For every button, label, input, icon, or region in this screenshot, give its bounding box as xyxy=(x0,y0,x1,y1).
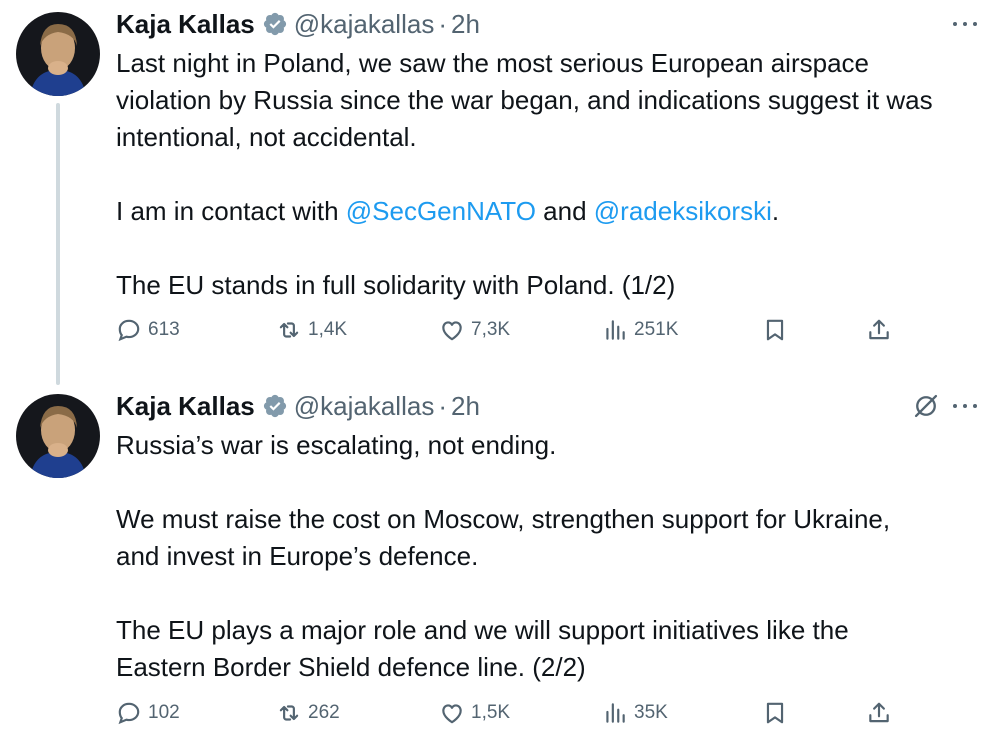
text-line: violation by Russia since the war began,… xyxy=(116,85,933,115)
action-bar: 102 262 1,5K 35K xyxy=(116,696,906,730)
separator-dot: · xyxy=(438,390,447,421)
tweet-text: Russia’s war is escalating, not ending. … xyxy=(116,427,986,686)
reply-button[interactable]: 613 xyxy=(116,313,180,347)
text-line: Russia’s war is escalating, not ending. xyxy=(116,430,557,460)
views-button[interactable]: 251K xyxy=(602,313,678,347)
author-name[interactable]: Kaja Kallas xyxy=(116,391,255,422)
mention-link[interactable]: @SecGenNATO xyxy=(346,196,536,226)
timestamp[interactable]: 2h xyxy=(451,391,480,422)
repost-button[interactable]: 262 xyxy=(276,696,340,730)
repost-icon xyxy=(279,705,299,721)
tweet-2[interactable]: Kaja Kallas @kajakallas · 2h Russia’s wa… xyxy=(0,382,1000,732)
text-line: and invest in Europe’s defence. xyxy=(116,541,479,571)
views-icon xyxy=(606,703,625,723)
thread-line xyxy=(56,103,60,385)
reply-icon xyxy=(118,702,140,725)
text-line: Eastern Border Shield defence line. (2/2… xyxy=(116,652,586,682)
bookmark-button[interactable] xyxy=(762,313,794,347)
more-icon[interactable] xyxy=(950,394,980,418)
text-fragment: I am in contact with xyxy=(116,196,346,226)
share-icon xyxy=(869,702,889,723)
reply-button[interactable]: 102 xyxy=(116,696,180,730)
share-button[interactable] xyxy=(866,313,898,347)
reply-count: 102 xyxy=(148,702,180,723)
view-count: 251K xyxy=(634,319,679,340)
mention-link[interactable]: @radeksikorski xyxy=(594,196,772,226)
bookmark-icon xyxy=(766,319,784,341)
tweet-text: Last night in Poland, we saw the most se… xyxy=(116,45,986,304)
text-line: We must raise the cost on Moscow, streng… xyxy=(116,504,891,534)
share-button[interactable] xyxy=(866,696,898,730)
bookmark-icon xyxy=(766,702,784,724)
text-fragment: . xyxy=(771,196,780,226)
avatar[interactable] xyxy=(16,12,100,96)
verified-badge-icon xyxy=(263,394,286,418)
repost-button[interactable]: 1,4K xyxy=(276,313,347,347)
text-line: The EU stands in full solidarity with Po… xyxy=(116,270,676,300)
author-handle[interactable]: @kajakallas xyxy=(294,391,435,422)
tweet-header: Kaja Kallas @kajakallas · 2h xyxy=(116,388,480,424)
repost-count: 262 xyxy=(308,702,340,723)
separator-dot: · xyxy=(438,8,447,39)
reply-icon xyxy=(118,319,140,342)
like-icon xyxy=(442,704,462,724)
tweet-1[interactable]: Kaja Kallas @kajakallas · 2h Last night … xyxy=(0,0,1000,385)
bookmark-button[interactable] xyxy=(762,696,794,730)
like-count: 1,5K xyxy=(471,702,511,723)
avatar[interactable] xyxy=(16,394,100,478)
grok-icon[interactable] xyxy=(912,392,940,420)
author-handle[interactable]: @kajakallas xyxy=(294,9,435,40)
text-fragment: and xyxy=(535,196,594,226)
repost-count: 1,4K xyxy=(308,319,348,340)
views-icon xyxy=(606,320,625,340)
view-count: 35K xyxy=(634,702,668,723)
tweet-header: Kaja Kallas @kajakallas · 2h xyxy=(116,6,480,42)
text-line: I am in contact with @SecGenNATO and @ra… xyxy=(116,193,986,230)
views-button[interactable]: 35K xyxy=(602,696,668,730)
timestamp[interactable]: 2h xyxy=(451,9,480,40)
text-line: The EU plays a major role and we will su… xyxy=(116,615,849,645)
like-button[interactable]: 7,3K xyxy=(439,313,510,347)
more-icon[interactable] xyxy=(950,12,980,36)
like-count: 7,3K xyxy=(471,319,511,340)
text-line: Last night in Poland, we saw the most se… xyxy=(116,48,869,78)
action-bar: 613 1,4K 7,3K 251K xyxy=(116,313,906,347)
repost-icon xyxy=(279,322,299,338)
verified-badge-icon xyxy=(263,12,286,36)
text-line: intentional, not accidental. xyxy=(116,122,417,152)
reply-count: 613 xyxy=(148,319,180,340)
share-icon xyxy=(869,319,889,340)
author-name[interactable]: Kaja Kallas xyxy=(116,9,255,40)
like-button[interactable]: 1,5K xyxy=(439,696,510,730)
like-icon xyxy=(442,321,462,341)
